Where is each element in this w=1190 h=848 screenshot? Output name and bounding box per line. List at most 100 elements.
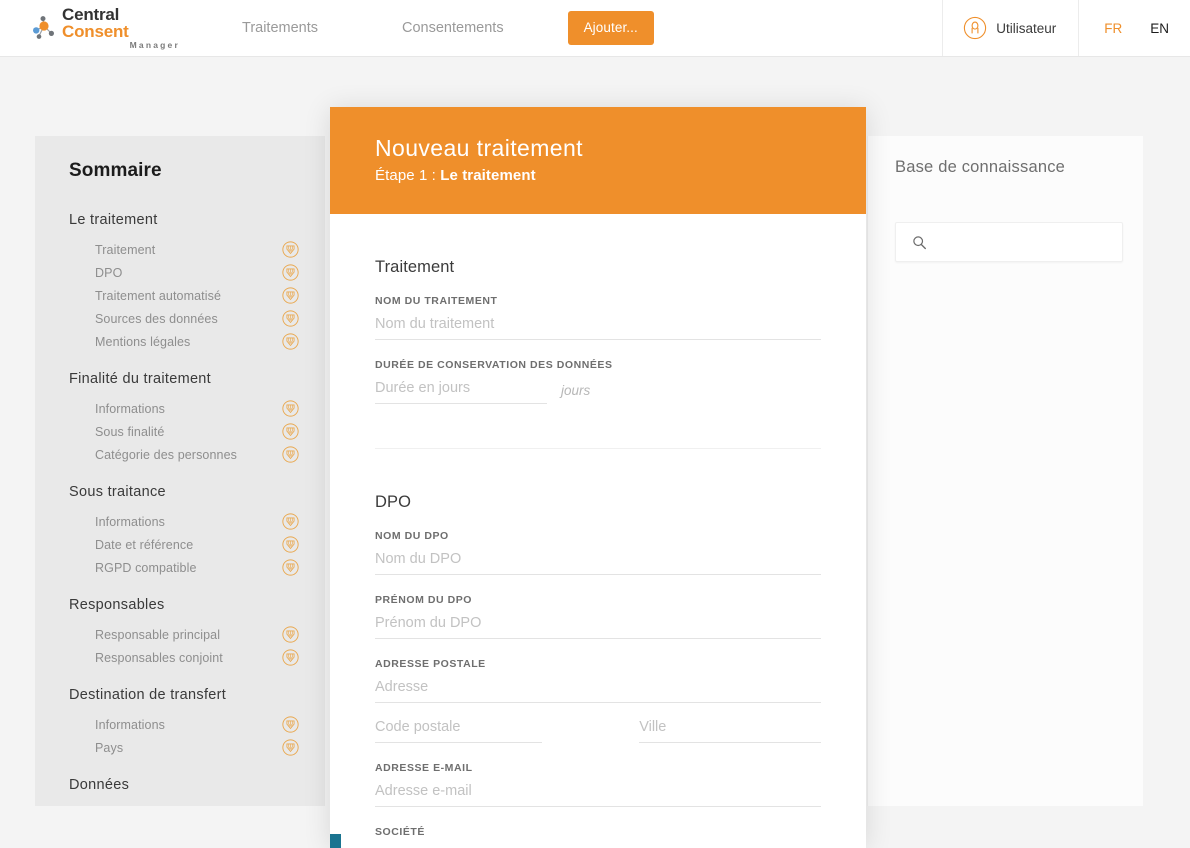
- prenom-du-dpo-input[interactable]: [375, 610, 821, 639]
- form-field: PRÉNOM DU DPO: [375, 594, 821, 639]
- modal-scrollbar-thumb[interactable]: [330, 834, 341, 848]
- sidebar-group-title: Finalité du traitement: [69, 371, 303, 387]
- form-section: Traitement NOM DU TRAITEMENT DURÉE DE CONS…: [375, 214, 821, 404]
- language-switcher: FR EN: [1079, 17, 1190, 40]
- form-section-title: DPO: [375, 493, 821, 512]
- molecule-logo-icon: [30, 15, 58, 41]
- form-field: DURÉE DE CONSERVATION DES DONNÉES jours: [375, 359, 821, 404]
- sidebar-item[interactable]: Informations: [69, 510, 303, 533]
- form-field: ADRESSE POSTALE: [375, 658, 821, 743]
- sidebar-group: Données: [69, 777, 303, 793]
- form-section-title: Traitement: [375, 258, 821, 277]
- add-button[interactable]: Ajouter...: [568, 11, 654, 45]
- sidebar-item-label: Mentions légales: [95, 335, 282, 349]
- shield-badge-icon: [282, 310, 299, 327]
- sidebar-group: Finalité du traitement Informations Sous f…: [69, 371, 303, 466]
- sidebar-item-label: Responsable principal: [95, 628, 282, 642]
- logo-wordmark: Central Consent Manager: [62, 6, 180, 50]
- sidebar-group-title: Responsables: [69, 597, 303, 613]
- sidebar-item[interactable]: Date et référence: [69, 533, 303, 556]
- nom-du-traitement-input[interactable]: [375, 311, 821, 340]
- page-content: Sommaire Le traitementTraitementDPOTrait…: [0, 57, 1190, 848]
- form-field: NOM DU TRAITEMENT: [375, 295, 821, 340]
- adresse-email-input[interactable]: [375, 778, 821, 807]
- sidebar-item[interactable]: Traitement automatisé: [69, 284, 303, 307]
- sidebar-item-label: Sources des données: [95, 312, 282, 326]
- field-label: DURÉE DE CONSERVATION DES DONNÉES: [375, 359, 821, 371]
- sidebar-item[interactable]: Sources des données: [69, 307, 303, 330]
- user-menu[interactable]: Utilisateur: [942, 0, 1079, 56]
- nav-link-traitements[interactable]: Traitements: [238, 12, 322, 44]
- nom-du-dpo-input[interactable]: [375, 546, 821, 575]
- sidebar-item[interactable]: Sous finalité: [69, 420, 303, 443]
- shield-badge-icon: [282, 739, 299, 756]
- sidebar-item[interactable]: Mentions légales: [69, 330, 303, 353]
- sidebar-item-label: Sous finalité: [95, 425, 282, 439]
- knowledge-base-search[interactable]: [895, 222, 1123, 262]
- lang-fr-button[interactable]: FR: [1101, 17, 1125, 40]
- sidebar-item[interactable]: DPO: [69, 261, 303, 284]
- field-label: ADRESSE E-MAIL: [375, 762, 821, 774]
- sidebar-item[interactable]: Responsables conjoint: [69, 646, 303, 669]
- knowledge-base-search-input[interactable]: [927, 224, 1123, 260]
- modal-step-name: Le traitement: [440, 167, 536, 184]
- sidebar-group: Destination de transfertInformationsPays: [69, 687, 303, 759]
- shield-badge-icon: [282, 649, 299, 666]
- sidebar-group: Sous traitance Informations Date et référe…: [69, 484, 303, 579]
- ville-input[interactable]: [639, 714, 821, 743]
- sidebar-group: Responsables Responsable principal Respons…: [69, 597, 303, 669]
- modal-scrollbar-track[interactable]: [330, 839, 866, 848]
- user-name-label: Utilisateur: [996, 21, 1056, 36]
- sidebar-group: Le traitement TraitementDPOTraitement aut…: [69, 212, 303, 353]
- sommaire-sidebar: Sommaire Le traitementTraitementDPOTrait…: [35, 136, 325, 806]
- modal-form-sections: Traitement NOM DU TRAITEMENT DURÉE DE CONS…: [375, 214, 821, 848]
- knowledge-base-title: Base de connaissance: [895, 158, 1143, 177]
- sidebar-group-title: Le traitement: [69, 212, 303, 228]
- field-suffix: jours: [561, 383, 590, 404]
- sidebar-group-title: Données: [69, 777, 303, 793]
- shield-badge-icon: [282, 264, 299, 281]
- sidebar-item[interactable]: Traitement: [69, 238, 303, 261]
- adresse-input[interactable]: [375, 674, 821, 703]
- duree-conservation-input[interactable]: [375, 375, 547, 404]
- shield-badge-icon: [282, 333, 299, 350]
- field-row: jours: [375, 375, 821, 404]
- field-label: PRÉNOM DU DPO: [375, 594, 821, 606]
- sidebar-item[interactable]: Catégorie des personnes: [69, 443, 303, 466]
- form-section: DPO NOM DU DPO PRÉNOM DU DPO ADRESSE POSTAL…: [375, 448, 821, 848]
- nouveau-traitement-modal: Nouveau traitement Étape 1 : Le traiteme…: [330, 107, 866, 848]
- shield-badge-icon: [282, 626, 299, 643]
- sidebar-item[interactable]: Informations: [69, 397, 303, 420]
- nav-link-consentements[interactable]: Consentements: [398, 12, 508, 44]
- sidebar-item-label: RGPD compatible: [95, 561, 282, 575]
- shield-badge-icon: [282, 559, 299, 576]
- sidebar-item-label: Informations: [95, 402, 282, 416]
- sidebar-item-label: Informations: [95, 515, 282, 529]
- field-col: [639, 714, 821, 743]
- sidebar-groups: Le traitement TraitementDPOTraitement aut…: [69, 212, 303, 793]
- sidebar-item[interactable]: Responsable principal: [69, 623, 303, 646]
- shield-badge-icon: [282, 287, 299, 304]
- user-avatar-icon: [963, 16, 987, 40]
- shield-badge-icon: [282, 446, 299, 463]
- shield-badge-icon: [282, 716, 299, 733]
- lang-en-button[interactable]: EN: [1147, 17, 1172, 40]
- app-logo[interactable]: Central Consent Manager: [30, 8, 180, 48]
- field-label: ADRESSE POSTALE: [375, 658, 821, 670]
- sidebar-item-label: Date et référence: [95, 538, 282, 552]
- code-postale-input[interactable]: [375, 714, 542, 743]
- sidebar-item[interactable]: Pays: [69, 736, 303, 759]
- sidebar-item[interactable]: Informations: [69, 713, 303, 736]
- form-field: NOM DU DPO: [375, 530, 821, 575]
- sidebar-item[interactable]: RGPD compatible: [69, 556, 303, 579]
- field-col: [375, 714, 542, 743]
- shield-badge-icon: [282, 513, 299, 530]
- modal-body: Traitement NOM DU TRAITEMENT DURÉE DE CONS…: [330, 214, 866, 848]
- sidebar-group-title: Sous traitance: [69, 484, 303, 500]
- form-field: ADRESSE E-MAIL: [375, 762, 821, 807]
- top-navigation-bar: Central Consent Manager Traitements Cons…: [0, 0, 1190, 57]
- sidebar-item-label: Informations: [95, 718, 282, 732]
- search-icon: [912, 235, 927, 250]
- modal-title: Nouveau traitement: [375, 135, 866, 162]
- logo-word-consent: Consent: [62, 22, 129, 41]
